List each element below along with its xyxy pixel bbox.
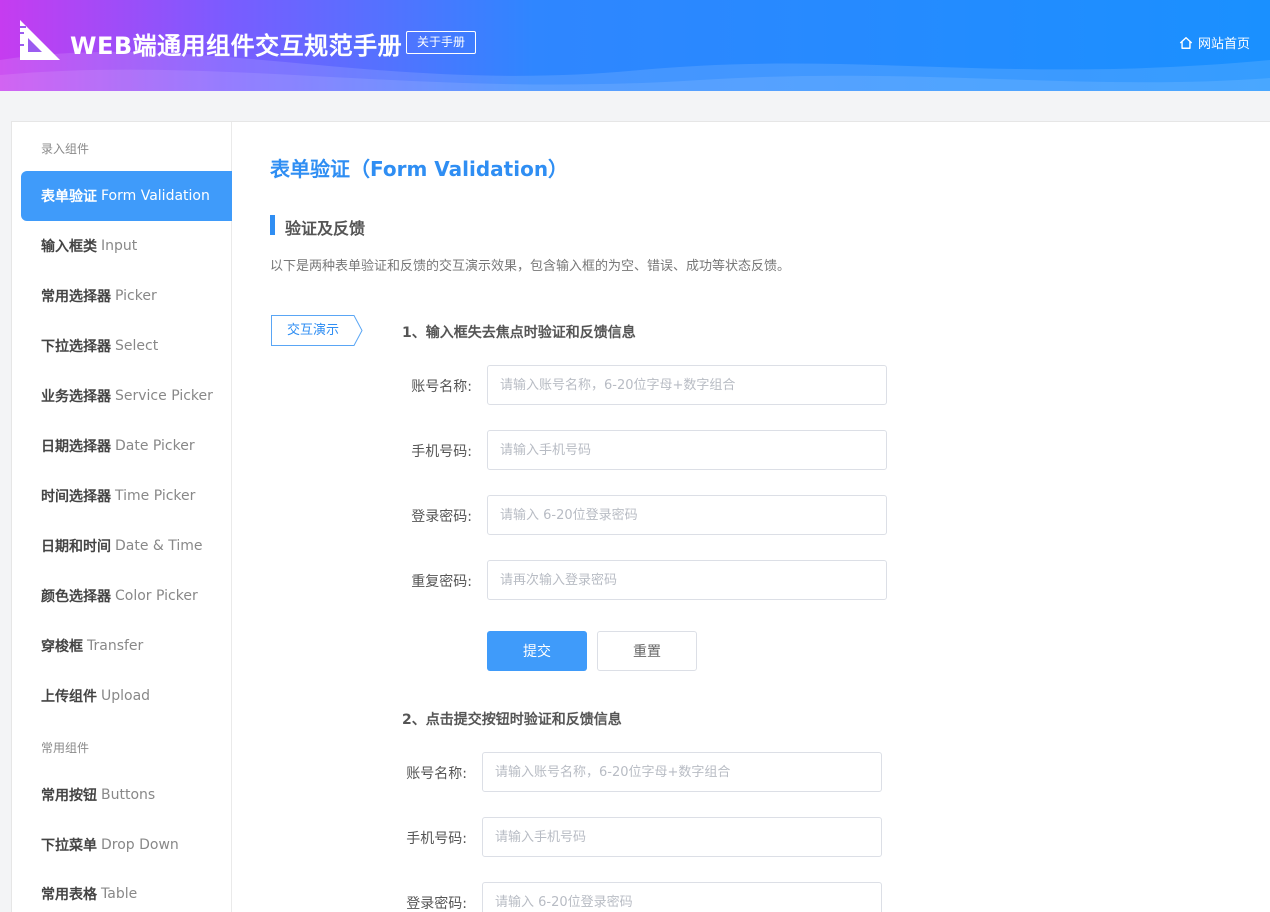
form2-phone-input[interactable] — [482, 817, 882, 857]
sidebar-item-label: 常用选择器 — [41, 289, 111, 305]
sidebar-item-upload[interactable]: 上传组件 Upload — [21, 671, 232, 721]
form1-password-label: 登录密码: — [411, 509, 472, 525]
home-link-label: 网站首页 — [1197, 37, 1250, 52]
form2-title: 2、点击提交按钮时验证和反馈信息 — [402, 712, 622, 728]
sidebar-item-table[interactable]: 常用表格 Table — [21, 869, 232, 912]
form1-phone-label: 手机号码: — [411, 444, 472, 460]
form2-account-label: 账号名称: — [406, 766, 467, 782]
form2-account-input[interactable] — [482, 752, 882, 792]
sidebar-group-label-input: 录入组件 — [41, 142, 90, 156]
sidebar-item-label: 常用表格 — [41, 887, 97, 903]
sidebar-item-picker[interactable]: 常用选择器 Picker — [21, 271, 232, 321]
sidebar-item-label: 日期和时间 — [41, 539, 111, 555]
page-title: 表单验证（Form Validation） — [270, 157, 569, 181]
sidebar-item-sublabel: Date Picker — [115, 438, 195, 454]
sidebar-item-drop-down[interactable]: 下拉菜单 Drop Down — [21, 820, 232, 870]
sidebar-item-buttons[interactable]: 常用按钮 Buttons — [21, 770, 232, 820]
ruler-triangle-logo — [20, 20, 60, 60]
sidebar-item-label: 下拉菜单 — [41, 838, 97, 854]
demo-tag-label: 交互演示 — [286, 323, 339, 338]
reset-button[interactable]: 重置 — [597, 631, 697, 671]
sidebar-item-form-validation[interactable]: 表单验证 Form Validation — [21, 171, 232, 221]
sidebar-item-service-picker[interactable]: 业务选择器 Service Picker — [21, 371, 232, 421]
sidebar: 录入组件 表单验证 Form Validation 输入框类 Input 常用选… — [12, 122, 232, 912]
sidebar-item-label: 上传组件 — [41, 689, 97, 705]
sidebar-item-sublabel: Time Picker — [115, 488, 196, 504]
app-header: WEB端通用组件交互规范手册 关于手册 网站首页 — [0, 0, 1270, 91]
form1-password-input[interactable] — [487, 495, 887, 535]
sidebar-item-sublabel: Color Picker — [115, 588, 198, 604]
sidebar-item-sublabel: Select — [115, 338, 159, 354]
sidebar-item-label: 穿梭框 — [41, 639, 83, 655]
sidebar-item-label: 时间选择器 — [41, 489, 111, 505]
sidebar-item-label: 颜色选择器 — [41, 589, 111, 605]
sidebar-item-sublabel: Buttons — [101, 787, 156, 803]
sidebar-item-sublabel: Drop Down — [101, 837, 179, 853]
section-marker — [270, 215, 275, 235]
form1-phone-input[interactable] — [487, 430, 887, 470]
sidebar-item-sublabel: Form Validation — [101, 188, 210, 204]
sidebar-item-date-picker[interactable]: 日期选择器 Date Picker — [21, 421, 232, 471]
sidebar-item-sublabel: Table — [101, 886, 138, 902]
about-manual-button[interactable]: 关于手册 — [406, 31, 477, 54]
sidebar-item-time-picker[interactable]: 时间选择器 Time Picker — [21, 471, 232, 521]
sidebar-item-sublabel: Date & Time — [115, 538, 203, 554]
sidebar-item-sublabel: Transfer — [87, 638, 144, 654]
form1-repeat-password-input[interactable] — [487, 560, 887, 600]
sidebar-item-label: 日期选择器 — [41, 439, 111, 455]
home-icon — [1179, 36, 1193, 49]
sidebar-item-input[interactable]: 输入框类 Input — [21, 221, 232, 271]
sidebar-item-label: 常用按钮 — [41, 788, 97, 804]
sidebar-item-sublabel: Upload — [101, 688, 151, 704]
sidebar-item-label: 下拉选择器 — [41, 339, 111, 355]
form1-repeat-password-label: 重复密码: — [411, 574, 472, 590]
form1-account-input[interactable] — [487, 365, 887, 405]
form2-phone-label: 手机号码: — [406, 831, 467, 847]
sidebar-item-select[interactable]: 下拉选择器 Select — [21, 321, 232, 371]
app-title: WEB端通用组件交互规范手册 — [70, 32, 403, 60]
sidebar-group-label-common: 常用组件 — [41, 741, 90, 755]
section-title: 验证及反馈 — [285, 219, 366, 238]
sidebar-item-sublabel: Service Picker — [115, 388, 213, 404]
demo-tag: 交互演示 — [271, 315, 363, 346]
section-description: 以下是两种表单验证和反馈的交互演示效果，包含输入框的为空、错误、成功等状态反馈。 — [270, 259, 791, 274]
form1-title: 1、输入框失去焦点时验证和反馈信息 — [402, 325, 636, 341]
content-panel: 录入组件 表单验证 Form Validation 输入框类 Input 常用选… — [11, 121, 1270, 912]
sidebar-item-transfer[interactable]: 穿梭框 Transfer — [21, 621, 232, 671]
sidebar-item-date-time[interactable]: 日期和时间 Date & Time — [21, 521, 232, 571]
submit-button[interactable]: 提交 — [487, 631, 587, 671]
sidebar-item-label: 输入框类 — [41, 239, 97, 255]
sidebar-item-label: 表单验证 — [41, 189, 97, 205]
sidebar-item-color-picker[interactable]: 颜色选择器 Color Picker — [21, 571, 232, 621]
site-home-link[interactable]: 网站首页 — [1179, 33, 1250, 52]
sidebar-item-sublabel: Input — [101, 238, 138, 254]
sidebar-item-sublabel: Picker — [115, 288, 157, 304]
form2-password-input[interactable] — [482, 882, 882, 912]
form1-account-label: 账号名称: — [411, 379, 472, 395]
form2-password-label: 登录密码: — [406, 896, 467, 912]
sidebar-item-label: 业务选择器 — [41, 389, 111, 405]
